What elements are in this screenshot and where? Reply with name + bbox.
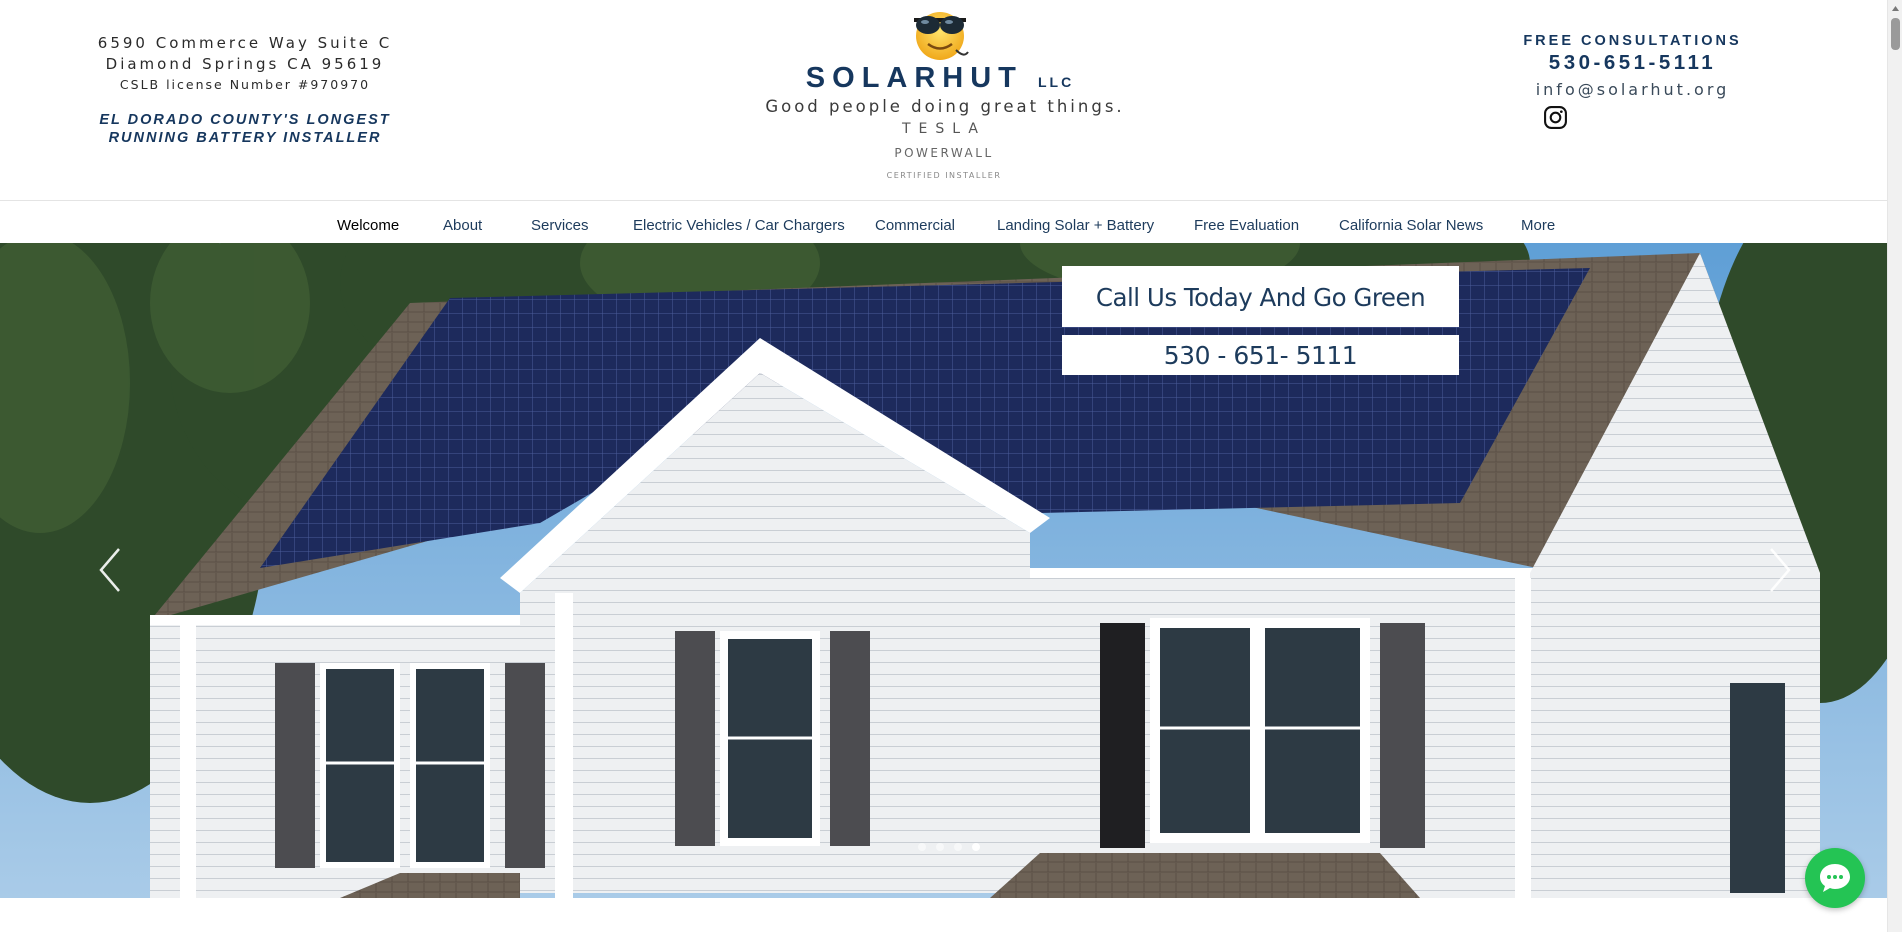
certified-installer-badge: CERTIFIED INSTALLER bbox=[886, 171, 1002, 180]
slogan: Good people doing great things. bbox=[765, 97, 1125, 116]
address-line-1: 6590 Commerce Way Suite C bbox=[97, 34, 393, 52]
nav-item-free-evaluation[interactable]: Free Evaluation bbox=[1194, 201, 1299, 244]
hero-slideshow: Call Us Today And Go Green 530 - 651- 51… bbox=[0, 243, 1887, 898]
page-scrollbar[interactable] bbox=[1887, 0, 1902, 932]
powerwall-badge: POWERWALL bbox=[894, 146, 994, 160]
slideshow-next-arrow[interactable] bbox=[1765, 545, 1795, 595]
scrollbar-thumb[interactable] bbox=[1891, 18, 1900, 50]
brand-name-text: SOLARHUT bbox=[805, 62, 1023, 94]
chat-button[interactable] bbox=[1805, 848, 1865, 908]
hero-house-image bbox=[0, 243, 1887, 898]
slideshow-prev-arrow[interactable] bbox=[95, 545, 125, 595]
instagram-icon[interactable] bbox=[1543, 105, 1568, 130]
nav-item-landing-solar-battery[interactable]: Landing Solar + Battery bbox=[997, 201, 1154, 244]
free-consultations-label: FREE CONSULTATIONS bbox=[1523, 33, 1742, 49]
nav-item-commercial[interactable]: Commercial bbox=[875, 201, 955, 244]
brand-suffix: LLC bbox=[1037, 74, 1075, 90]
tesla-badge: TESLA bbox=[902, 121, 986, 137]
email-link[interactable]: info@solarhut.org bbox=[1500, 80, 1765, 99]
cta-phone-box[interactable]: 530 - 651- 5111 bbox=[1062, 335, 1459, 375]
nav-item-california-solar-news[interactable]: California Solar News bbox=[1339, 201, 1483, 244]
chat-bubble-icon bbox=[1820, 864, 1850, 892]
sunglasses-sun-logo-icon[interactable] bbox=[908, 6, 972, 62]
cta-title-box: Call Us Today And Go Green bbox=[1062, 266, 1459, 327]
slide-dot[interactable] bbox=[918, 843, 926, 851]
slide-dot[interactable] bbox=[936, 843, 944, 851]
brand-name[interactable]: SOLARHUT LLC bbox=[790, 62, 1090, 95]
address-line-2: Diamond Springs CA 95619 bbox=[105, 55, 385, 73]
site-header: 6590 Commerce Way Suite C Diamond Spring… bbox=[0, 0, 1887, 199]
license-number: CSLB license Number #970970 bbox=[119, 77, 371, 92]
nav-item-electric-vehicles[interactable]: Electric Vehicles / Car Chargers bbox=[633, 201, 845, 244]
tagline-line-2: RUNNING BATTERY INSTALLER bbox=[108, 130, 382, 146]
slide-dot-active[interactable] bbox=[972, 843, 980, 851]
header-phone-link[interactable]: 530-651-5111 bbox=[1500, 51, 1765, 75]
nav-item-more[interactable]: More bbox=[1521, 201, 1555, 244]
slide-dot[interactable] bbox=[954, 843, 962, 851]
nav-item-about[interactable]: About bbox=[443, 201, 482, 244]
scroll-up-arrow-icon[interactable] bbox=[1891, 4, 1900, 13]
main-navigation: Welcome About Services Electric Vehicles… bbox=[0, 200, 1887, 243]
tagline-line-1: EL DORADO COUNTY'S LONGEST bbox=[99, 112, 391, 128]
nav-item-services[interactable]: Services bbox=[531, 201, 589, 244]
nav-item-welcome[interactable]: Welcome bbox=[337, 201, 399, 244]
